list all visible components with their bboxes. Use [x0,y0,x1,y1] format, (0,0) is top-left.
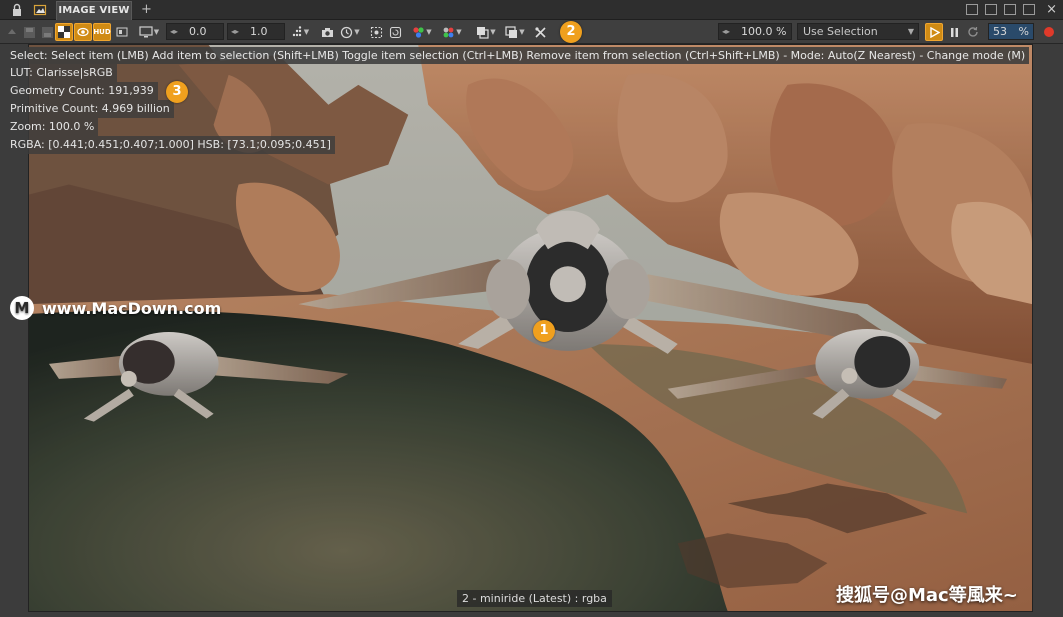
image-view-toolbar: HUD ▼ ◂▸ 0.0 ◂▸ 1.0 ▼ ▼ ▼ ▼ ▼ ▼ 2 ◂▸ 100… [0,20,1063,44]
render-progress-field: 53 % [988,23,1034,40]
history-icon[interactable]: ▼ [338,23,362,41]
annotation-badge-2: 2 [560,21,582,43]
save-image-icon[interactable] [20,23,38,41]
source-watermark: 搜狐号@Mac等風来~ [836,585,1018,606]
region-render-icon[interactable] [367,23,385,41]
camera-snapshot-icon[interactable] [318,23,336,41]
image-caption: 2 - miniride (Latest) : rgba [457,590,612,607]
zoom-field[interactable]: ◂▸ 100.0 % [718,23,792,40]
chevron-down-icon: ▼ [153,28,160,36]
save-as-icon[interactable] [38,23,56,41]
pause-render-icon[interactable] [945,23,963,41]
render-viewport[interactable] [28,44,1033,612]
refresh-render-icon[interactable] [386,23,404,41]
lock-icon[interactable] [10,3,24,17]
channels-icon[interactable]: ▼ [409,23,435,41]
annotation-badge-1: 1 [533,320,555,342]
image-compare-icon[interactable]: ▼ [502,23,528,41]
horizontal-layout-icon[interactable] [985,4,997,15]
add-tab-button[interactable]: + [141,2,152,18]
selection-mode-dropdown[interactable]: Use Selection ▼ [797,23,919,40]
record-icon[interactable] [1044,27,1054,37]
display-options-icon[interactable] [74,23,92,41]
restart-render-icon[interactable] [964,23,982,41]
color-channels-icon[interactable]: ▼ [439,23,465,41]
annotation-badge-3: 3 [166,81,188,103]
chevron-down-icon: ▼ [907,27,914,36]
settings-icon[interactable] [3,23,21,41]
info-panel-icon[interactable] [113,23,131,41]
hud-pixel-info: RGBA: [0.441;0.451;0.407;1.000] HSB: [73… [6,136,335,154]
tab-image-view[interactable]: IMAGE VIEW [56,1,132,20]
layer-compare-icon[interactable]: ▼ [473,23,499,41]
site-watermark-text: www.MacDown.com [42,298,222,318]
spinner-icon[interactable]: ◂▸ [231,26,245,37]
hud-toggle-icon[interactable]: HUD [93,23,111,41]
macdown-logo-icon: M [10,296,34,320]
display-device-icon[interactable]: ▼ [137,23,161,41]
zoom-value: 100.0 % [741,25,787,38]
checker-background-icon[interactable] [55,23,73,41]
hud-primitive-count: Primitive Count: 4.969 billion [6,100,174,118]
tab-bar: IMAGE VIEW + × [0,0,1063,20]
grid-layout-icon[interactable] [966,4,978,15]
progress-value: 53 [993,25,1007,38]
spinner-icon[interactable]: ◂▸ [722,26,736,37]
hud-zoom: Zoom: 100.0 % [6,118,99,136]
layout-switcher [966,4,1035,15]
rendered-image [29,45,1032,611]
close-panel-button[interactable]: × [1046,2,1057,18]
selection-mode-value: Use Selection [803,25,878,38]
sampling-icon[interactable]: ▼ [288,23,312,41]
site-watermark: M www.MacDown.com [10,296,221,320]
exposure-value: 0.0 [189,25,207,38]
vertical-layout-icon[interactable] [1004,4,1016,15]
exposure-field[interactable]: ◂▸ 0.0 [166,23,224,40]
help-text-bar: Select: Select item (LMB) Add item to se… [6,47,1030,64]
gamma-field[interactable]: ◂▸ 1.0 [227,23,285,40]
play-render-icon[interactable] [925,23,943,41]
clarisse-app-window: IMAGE VIEW + × HUD ▼ ◂▸ 0.0 ◂▸ 1.0 ▼ ▼ ▼… [0,0,1063,617]
tools-icon[interactable] [531,23,549,41]
hud-lut: LUT: Clarisse|sRGB [6,64,117,82]
progress-unit: % [1018,25,1029,38]
gamma-value: 1.0 [250,25,268,38]
spinner-icon[interactable]: ◂▸ [170,26,184,37]
image-view-icon[interactable] [33,3,47,17]
hud-geometry-count: Geometry Count: 191,939 [6,82,158,100]
single-layout-icon[interactable] [1023,4,1035,15]
